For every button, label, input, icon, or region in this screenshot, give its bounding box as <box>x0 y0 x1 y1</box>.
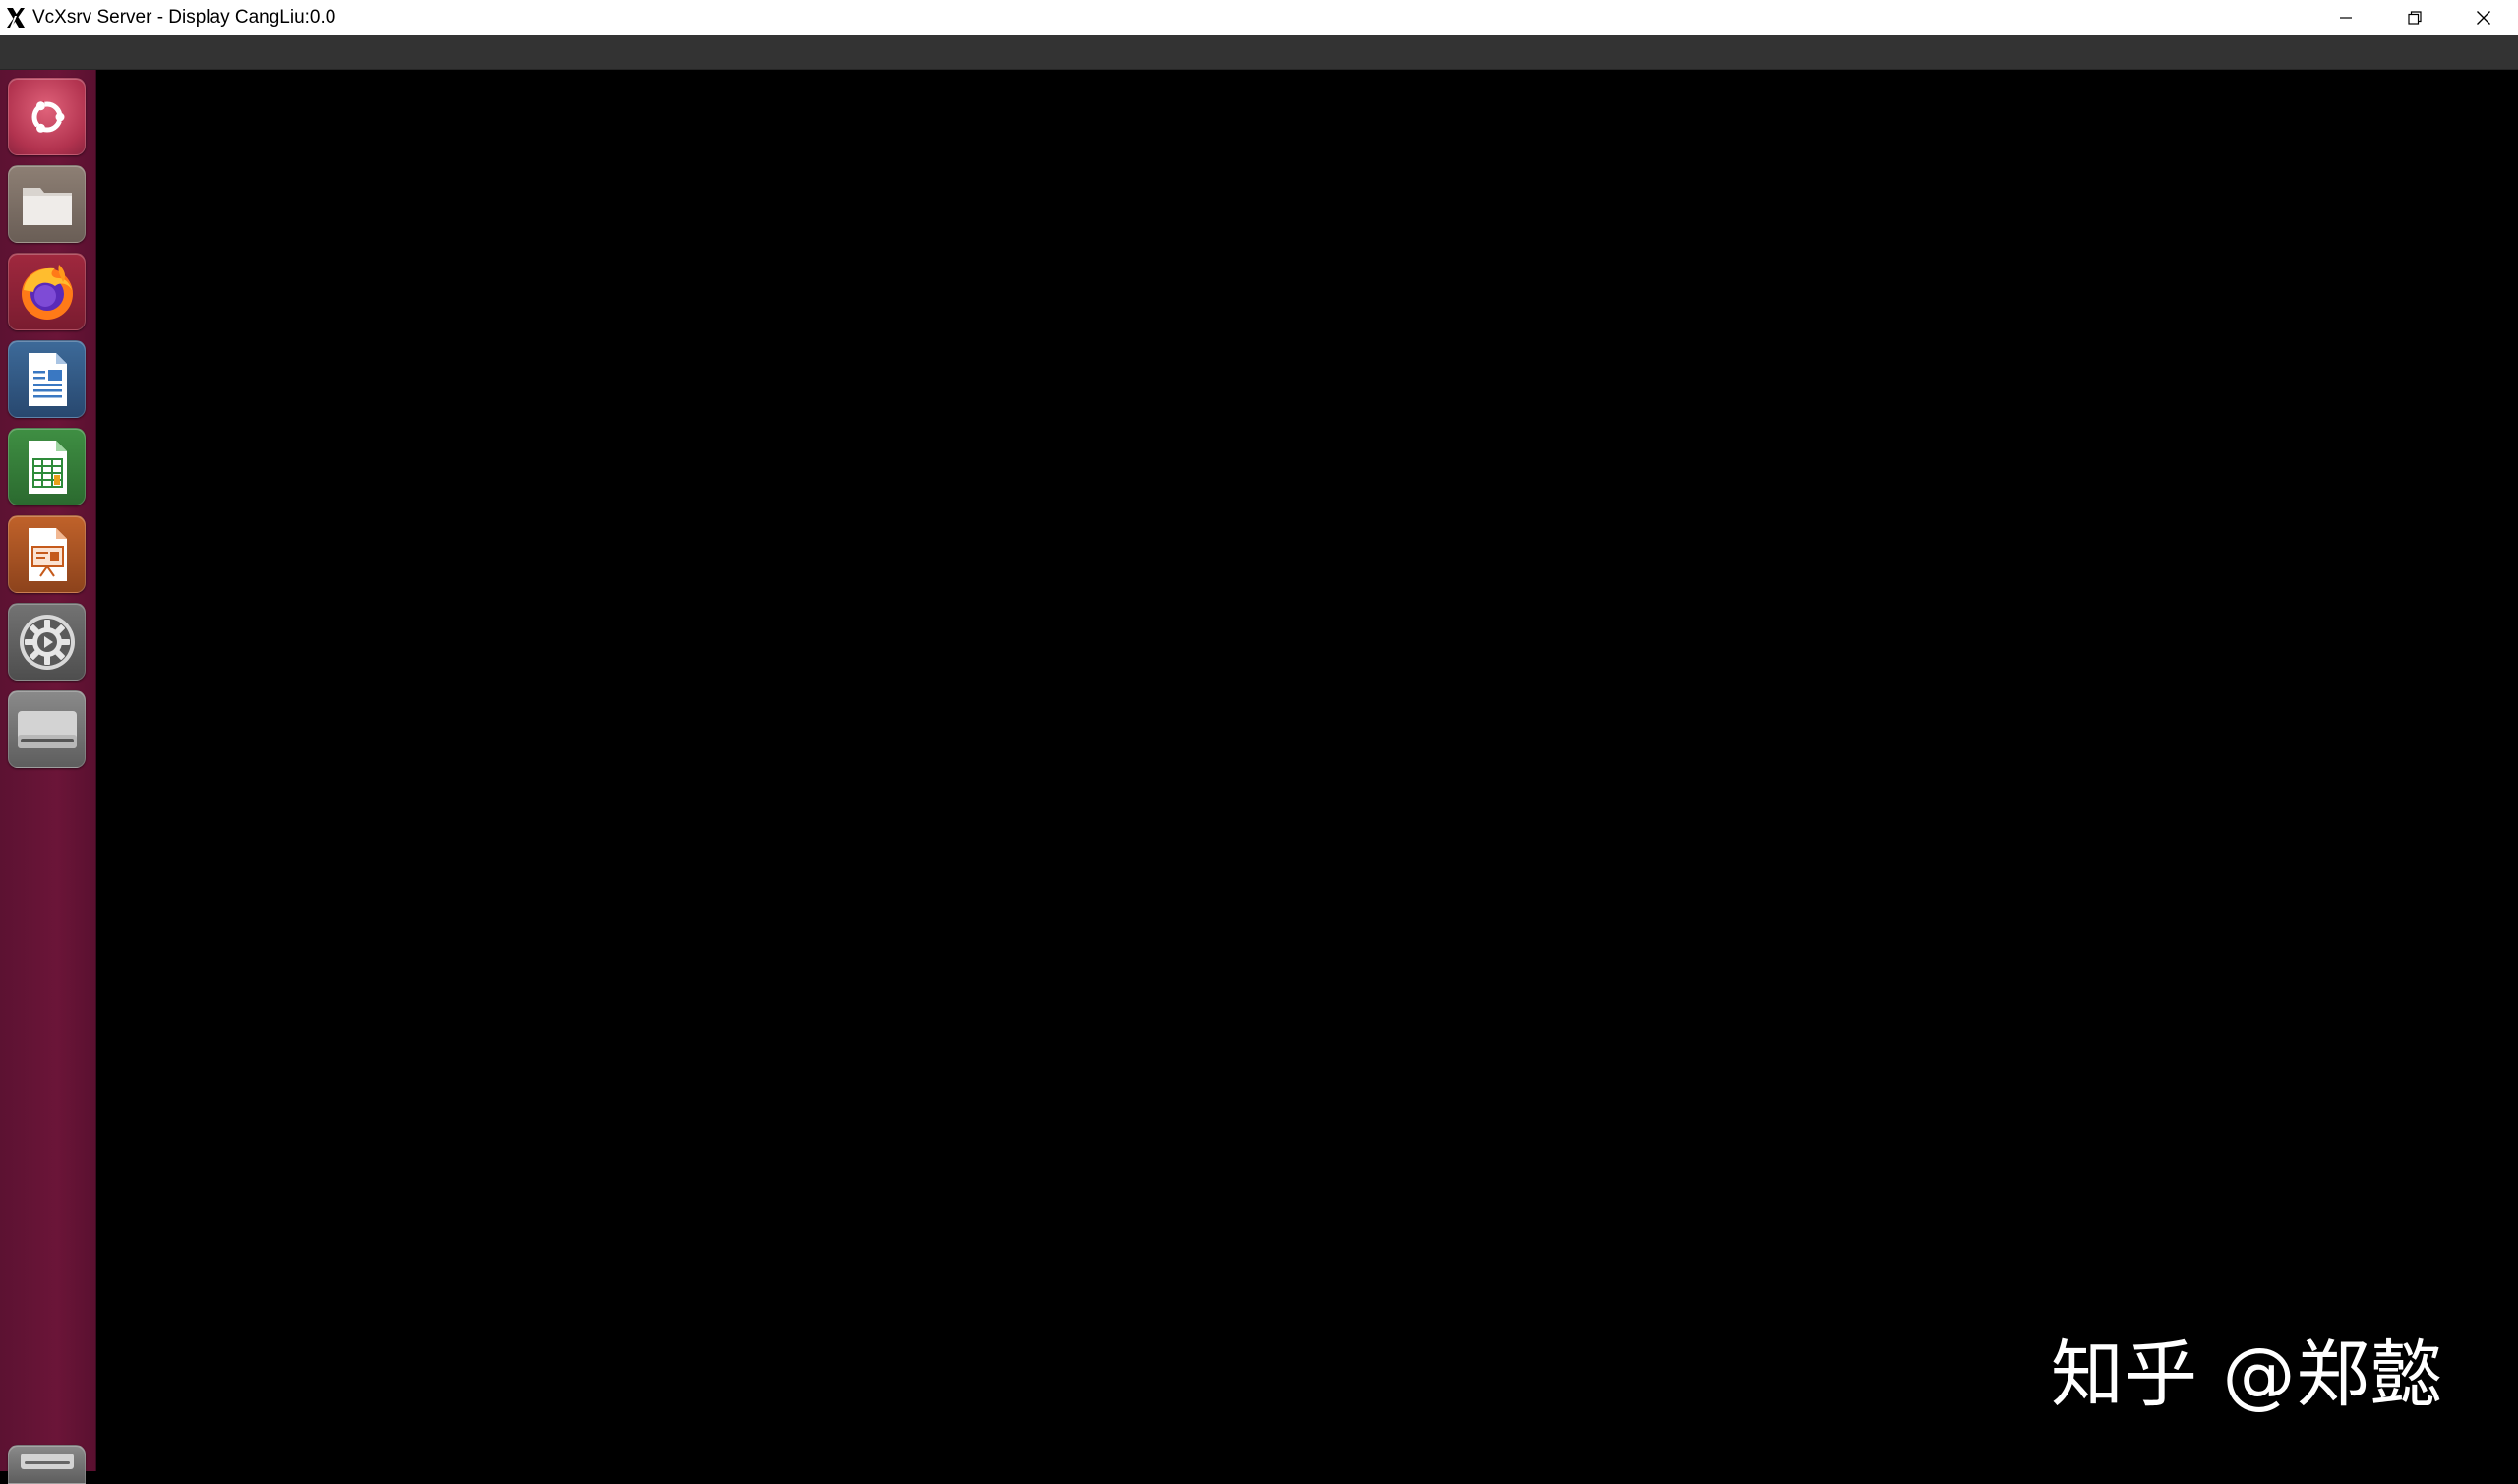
launcher-item-firefox[interactable] <box>8 253 86 330</box>
launcher-item-impress[interactable] <box>8 515 86 593</box>
launcher-item-trash[interactable] <box>8 1445 86 1484</box>
vcxsrv-window: VcXsrv Server - Display CangLiu:0.0 知乎 @… <box>0 0 2518 1484</box>
unity-launcher <box>0 70 96 1484</box>
close-icon <box>2477 11 2490 25</box>
minimize-icon <box>2340 17 2352 19</box>
launcher-item-calc[interactable] <box>8 428 86 505</box>
writer-document-icon <box>28 352 67 406</box>
firefox-icon <box>21 264 73 320</box>
close-button[interactable] <box>2449 0 2518 35</box>
ubuntu-logo-icon <box>30 100 64 133</box>
launcher-item-drive[interactable] <box>8 690 86 768</box>
calc-spreadsheet-icon <box>28 440 67 494</box>
watermark-text: 知乎 @郑懿 <box>2051 1333 2444 1417</box>
minimize-button[interactable] <box>2311 0 2380 35</box>
launcher-item-files[interactable] <box>8 165 86 243</box>
title-bar[interactable]: VcXsrv Server - Display CangLiu:0.0 <box>0 0 2518 35</box>
folder-icon <box>22 187 72 225</box>
launcher-item-system-settings[interactable] <box>8 603 86 681</box>
restore-button[interactable] <box>2380 0 2449 35</box>
window-controls <box>2311 0 2518 35</box>
launcher-item-writer[interactable] <box>8 340 86 418</box>
gear-icon <box>19 614 75 670</box>
desktop-area[interactable] <box>96 70 2518 1471</box>
xserver-app-icon[interactable] <box>2 4 30 31</box>
top-panel <box>0 35 2518 70</box>
drive-icon <box>17 710 77 748</box>
impress-presentation-icon <box>28 527 67 581</box>
window-title: VcXsrv Server - Display CangLiu:0.0 <box>32 7 336 28</box>
trash-icon <box>20 1454 74 1469</box>
launcher-item-dash-home[interactable] <box>8 78 86 155</box>
restore-icon <box>2408 11 2422 25</box>
